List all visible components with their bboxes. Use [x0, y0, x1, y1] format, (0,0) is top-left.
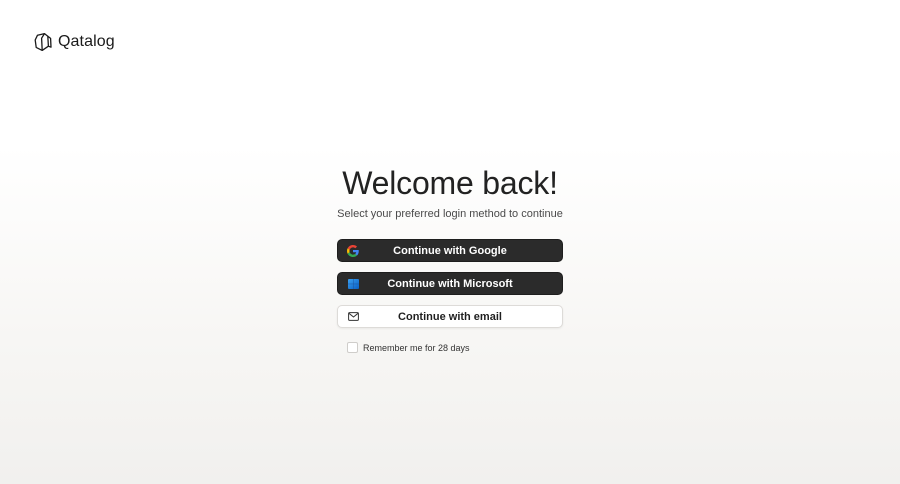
microsoft-button-label: Continue with Microsoft — [387, 277, 513, 290]
microsoft-icon — [347, 278, 359, 290]
google-icon — [347, 244, 359, 257]
brand-name: Qatalog — [58, 33, 115, 50]
page-subtitle: Select your preferred login method to co… — [337, 208, 563, 220]
login-panel: Welcome back! Select your preferred logi… — [0, 164, 900, 353]
remember-me-checkbox[interactable] — [347, 342, 358, 353]
continue-with-email-button[interactable]: Continue with email — [337, 305, 563, 328]
login-methods: Continue with Google Continue with Micro — [337, 239, 563, 328]
qatalog-logo-icon — [34, 32, 52, 52]
continue-with-google-button[interactable]: Continue with Google — [337, 239, 563, 262]
continue-with-microsoft-button[interactable]: Continue with Microsoft — [337, 272, 563, 295]
google-button-label: Continue with Google — [393, 244, 507, 257]
remember-me: Remember me for 28 days — [337, 342, 563, 353]
page-title: Welcome back! — [342, 165, 558, 201]
mail-icon — [347, 311, 359, 323]
brand[interactable]: Qatalog — [33, 32, 115, 52]
email-button-label: Continue with email — [398, 310, 502, 323]
remember-me-label[interactable]: Remember me for 28 days — [363, 343, 470, 353]
